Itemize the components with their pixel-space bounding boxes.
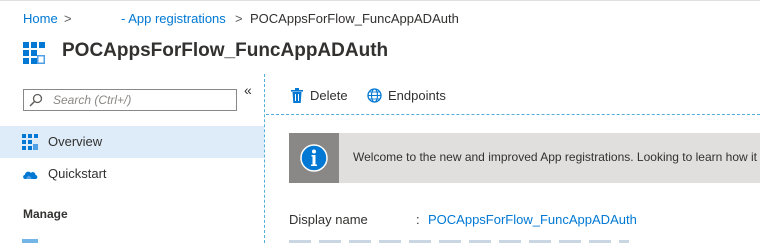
breadcrumb-home-link[interactable]: Home	[23, 11, 58, 26]
sidebar-item-overview[interactable]: Overview	[0, 126, 264, 158]
sidebar-item-label: Overview	[48, 134, 103, 149]
endpoints-button[interactable]: Endpoints	[367, 87, 449, 105]
search-input[interactable]: Search (Ctrl+/)	[23, 89, 237, 111]
delete-button[interactable]: Delete	[290, 87, 350, 105]
globe-icon	[367, 88, 382, 103]
delete-label: Delete	[310, 88, 348, 103]
toolbar-divider	[266, 114, 760, 115]
info-banner-icon-box	[289, 133, 339, 183]
sidebar-item-partial[interactable]	[0, 232, 264, 243]
collapse-sidebar-button[interactable]: «	[244, 82, 252, 98]
sidebar-item-quickstart[interactable]: Quickstart	[0, 158, 264, 190]
breadcrumb-app-registrations-link[interactable]: - App registrations	[121, 11, 226, 26]
property-row-partial	[289, 238, 629, 243]
search-icon	[29, 93, 43, 107]
sidebar-item-label: Quickstart	[48, 166, 107, 181]
display-name-colon: :	[416, 212, 420, 227]
endpoints-label: Endpoints	[388, 88, 446, 103]
display-name-value-link[interactable]: POCAppsForFlow_FuncAppADAuth	[428, 212, 637, 227]
trash-icon	[291, 88, 303, 103]
display-name-label: Display name	[289, 212, 368, 227]
info-banner[interactable]: Welcome to the new and improved App regi…	[289, 133, 760, 183]
info-icon	[300, 144, 328, 172]
quickstart-cloud-icon	[23, 171, 38, 179]
sidebar-section-header-manage: Manage	[23, 207, 68, 221]
overview-grid-icon	[22, 134, 38, 150]
breadcrumb: Home > - App registrations > POCAppsForF…	[0, 0, 760, 38]
sidebar-item-icon	[22, 239, 38, 243]
breadcrumb-separator: >	[64, 11, 72, 26]
breadcrumb-current: POCAppsForFlow_FuncAppADAuth	[250, 11, 459, 26]
breadcrumb-separator: >	[235, 11, 243, 26]
app-registration-grid-icon	[23, 42, 45, 64]
info-banner-text: Welcome to the new and improved App regi…	[353, 150, 758, 164]
search-placeholder: Search (Ctrl+/)	[53, 93, 132, 107]
page-title: POCAppsForFlow_FuncAppADAuth	[62, 40, 389, 61]
